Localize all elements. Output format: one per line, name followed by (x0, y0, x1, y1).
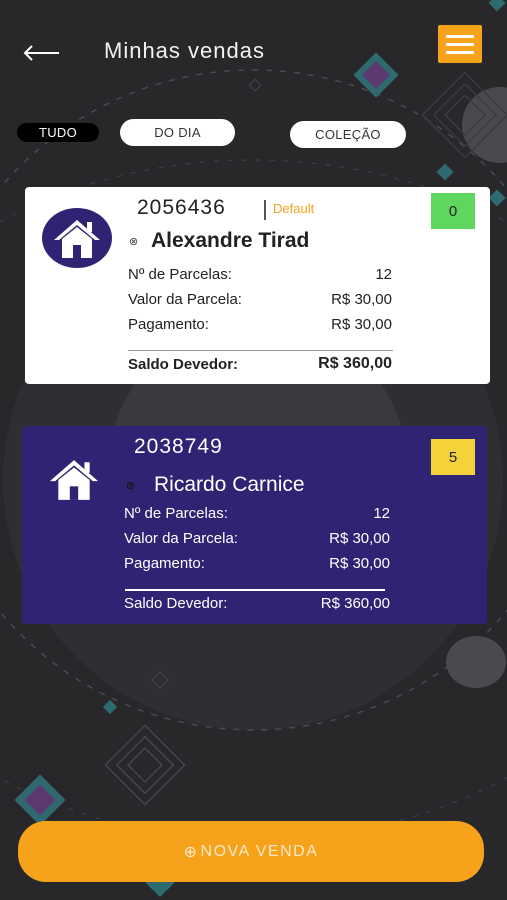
menu-button[interactable] (438, 25, 482, 63)
back-button[interactable] (22, 40, 62, 66)
sale-card[interactable]: 2056436 Default 0 ⊗ Alexandre Tirad Nº d… (25, 187, 490, 384)
balance-label: Saldo Devedor: (124, 595, 228, 612)
page-title: Minhas vendas (104, 38, 265, 63)
plus-circle-icon: ⊕ (183, 843, 199, 861)
filter-collection-chip[interactable]: COLEÇÃO (290, 121, 406, 148)
sale-tag: Default (273, 201, 315, 216)
installment-value-label: Valor da Parcela: (124, 530, 238, 547)
installments-label: Nº de Parcelas: (124, 505, 228, 522)
divider (128, 350, 393, 351)
house-icon (47, 456, 101, 502)
payment-label: Pagamento: (128, 316, 209, 333)
installments-value: 12 (375, 266, 392, 283)
status-badge: 0 (431, 193, 475, 229)
sale-code: 2038749 (134, 435, 223, 458)
customer-name: Alexandre Tirad (151, 229, 310, 252)
payment-value: R$ 30,00 (331, 316, 392, 333)
status-badge: 5 (431, 439, 475, 475)
new-sale-label: NOVA VENDA (200, 842, 319, 860)
balance-label: Saldo Devedor: (128, 356, 239, 373)
divider (264, 200, 266, 220)
hamburger-icon (446, 34, 474, 38)
installments-label: Nº de Parcelas: (128, 266, 232, 283)
top-bar: Minhas vendas (0, 0, 507, 100)
filter-day-chip[interactable]: DO DIA (120, 119, 235, 146)
circle-x-icon: ⊗ (126, 479, 136, 492)
payment-value: R$ 30,00 (329, 555, 390, 572)
installment-value: R$ 30,00 (329, 530, 390, 547)
divider (125, 589, 385, 591)
installment-value-label: Valor da Parcela: (128, 291, 242, 308)
circle-x-icon: ⊗ (129, 235, 139, 248)
customer-name: Ricardo Carnice (154, 473, 305, 496)
new-sale-button[interactable]: ⊕ NOVA VENDA (18, 821, 484, 882)
sale-code: 2056436 (137, 196, 226, 219)
installment-value: R$ 30,00 (331, 291, 392, 308)
filter-all-chip[interactable]: TUDO (17, 123, 99, 142)
sale-card[interactable]: 2038749 5 ⊗ Ricardo Carnice Nº de Parcel… (22, 426, 487, 624)
payment-label: Pagamento: (124, 555, 205, 572)
arrow-left-icon (23, 45, 59, 61)
balance-value: R$ 360,00 (320, 595, 390, 612)
installments-value: 12 (373, 505, 390, 522)
balance-value: R$ 360,00 (318, 355, 392, 372)
house-icon (42, 208, 112, 268)
